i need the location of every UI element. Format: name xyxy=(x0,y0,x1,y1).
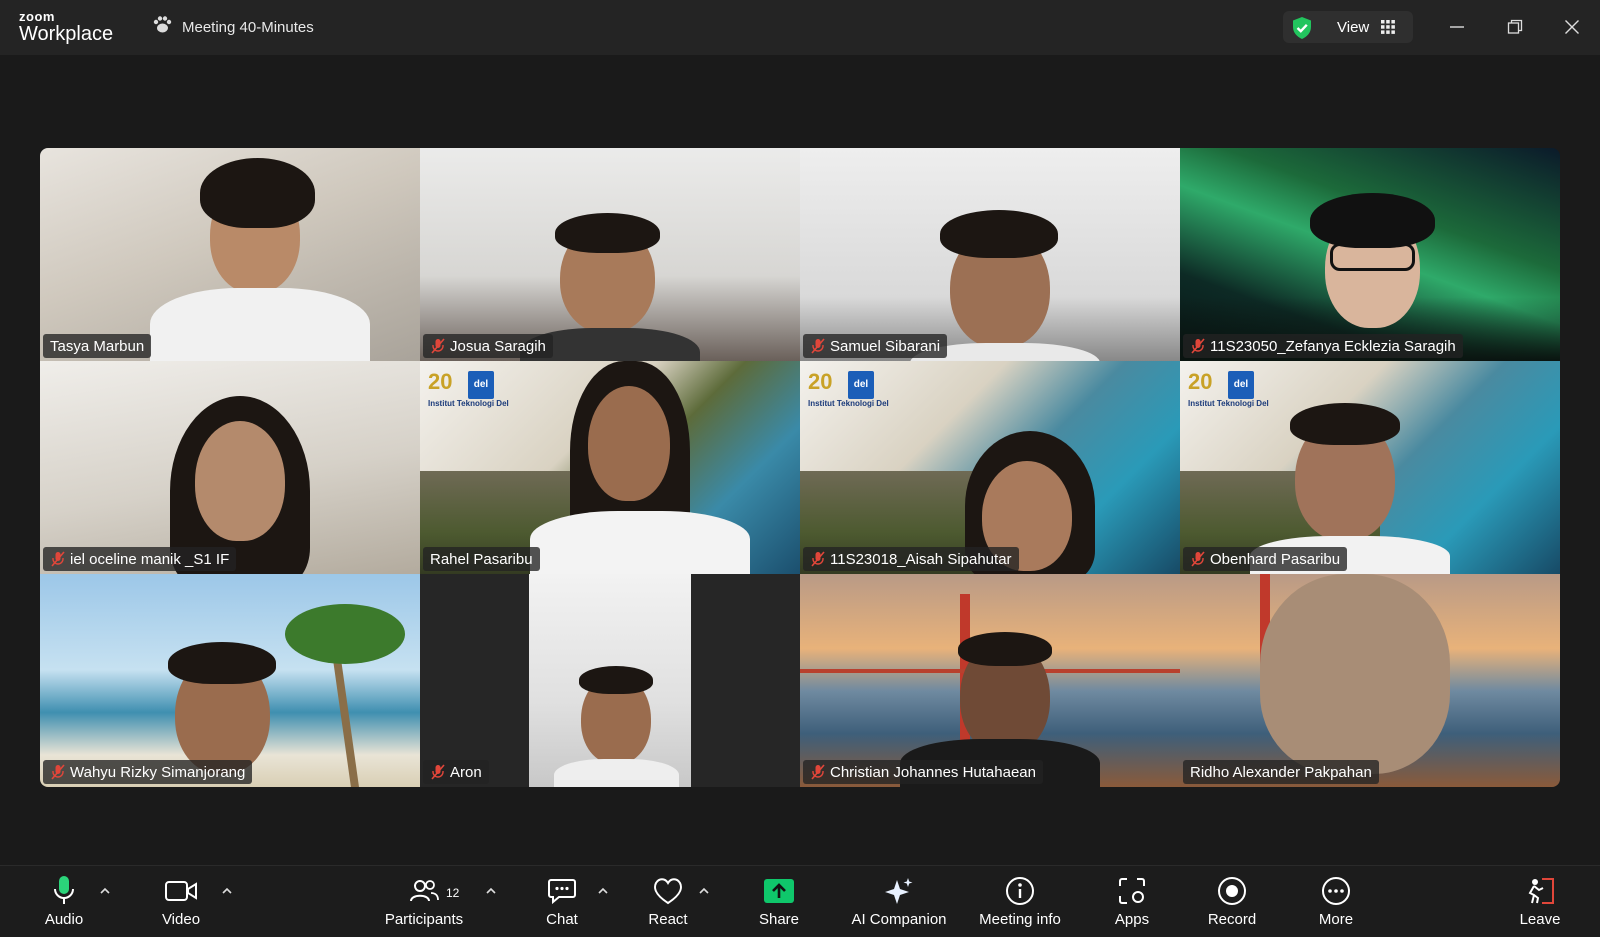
muted-mic-icon xyxy=(811,551,825,567)
meeting-controls-toolbar: Audio Video Participants 12 Chat React S… xyxy=(0,865,1600,937)
video-tile-aisah[interactable]: 20 del Institut Teknologi Del 11S23018_A… xyxy=(800,361,1180,574)
muted-mic-icon xyxy=(431,764,445,780)
video-tile-rahel[interactable]: 20 del Institut Teknologi Del Rahel Pasa… xyxy=(420,361,800,574)
chat-icon xyxy=(547,874,577,908)
minimize-button[interactable] xyxy=(1444,14,1470,40)
meeting-title-text: Meeting 40-Minutes xyxy=(182,18,314,36)
participants-icon xyxy=(409,874,439,908)
logo-text-zoom: zoom xyxy=(19,9,55,24)
participant-name: Christian Johannes Hutahaean xyxy=(830,763,1036,781)
participant-name: Samuel Sibarani xyxy=(830,337,941,355)
participant-name-tag: Josua Saragih xyxy=(423,334,553,358)
video-tile-christian[interactable]: Christian Johannes Hutahaean xyxy=(800,574,1180,787)
video-tile-zefanya[interactable]: 11S23050_Zefanya Ecklezia Saragih xyxy=(1180,148,1560,361)
video-tile-ridho[interactable]: Ridho Alexander Pakpahan xyxy=(1180,574,1560,787)
close-icon xyxy=(1565,20,1579,34)
video-camera-icon xyxy=(165,874,197,908)
meeting-info-button[interactable]: Meeting info xyxy=(965,874,1075,928)
microphone-icon xyxy=(52,874,76,908)
campus-logo-overlay: 20 del Institut Teknologi Del xyxy=(428,369,509,408)
meeting-title: Meeting 40-Minutes xyxy=(152,16,314,38)
title-bar: zoom Workplace Meeting 40-Minutes View xyxy=(0,0,1600,55)
video-button[interactable]: Video xyxy=(126,874,236,928)
info-icon xyxy=(1005,874,1035,908)
share-button[interactable]: Share xyxy=(724,874,834,928)
video-tile-aron[interactable]: Aron xyxy=(420,574,800,787)
security-shield-icon[interactable] xyxy=(1291,16,1313,45)
muted-mic-icon xyxy=(51,551,65,567)
zoom-workplace-logo: zoom Workplace xyxy=(19,10,113,44)
muted-mic-icon xyxy=(51,764,65,780)
chat-options-caret-icon[interactable] xyxy=(596,886,610,896)
more-options-icon xyxy=(1321,874,1351,908)
participant-name-tag: Rahel Pasaribu xyxy=(423,547,540,571)
participant-name-tag: 11S23050_Zefanya Ecklezia Saragih xyxy=(1183,334,1463,358)
video-tile-wahyu[interactable]: Wahyu Rizky Simanjorang xyxy=(40,574,420,787)
more-button[interactable]: More xyxy=(1281,874,1391,928)
close-button[interactable] xyxy=(1559,14,1585,40)
participant-name: iel oceline manik _S1 IF xyxy=(70,550,230,568)
participants-count: 12 xyxy=(446,886,460,900)
heart-icon xyxy=(652,874,684,908)
video-options-caret-icon[interactable] xyxy=(220,886,234,896)
leave-button[interactable]: Leave xyxy=(1485,874,1595,928)
ai-companion-button[interactable]: AI Companion xyxy=(844,874,954,928)
muted-mic-icon xyxy=(811,764,825,780)
chat-button[interactable]: Chat xyxy=(507,874,617,928)
sparkle-icon xyxy=(883,874,915,908)
logo-text-workplace: Workplace xyxy=(19,23,114,45)
react-button[interactable]: React xyxy=(613,874,723,928)
participant-name: 11S23050_Zefanya Ecklezia Saragih xyxy=(1210,337,1456,355)
participant-name-tag: Christian Johannes Hutahaean xyxy=(803,760,1043,784)
participant-name-tag: Samuel Sibarani xyxy=(803,334,948,358)
participant-name: Tasya Marbun xyxy=(50,337,145,355)
video-tile-obenhard[interactable]: 20 del Institut Teknologi Del Obenhard P… xyxy=(1180,361,1560,574)
apps-button[interactable]: Apps xyxy=(1077,874,1187,928)
video-tile-iel[interactable]: iel oceline manik _S1 IF xyxy=(40,361,420,574)
participant-name: Wahyu Rizky Simanjorang xyxy=(70,763,246,781)
restore-icon xyxy=(1507,19,1523,34)
react-options-caret-icon[interactable] xyxy=(697,886,711,896)
grid-view-icon xyxy=(1381,20,1395,39)
participant-name-tag: Tasya Marbun xyxy=(43,334,152,358)
participant-name-tag: 11S23018_Aisah Sipahutar xyxy=(803,547,1019,571)
video-tile-tasya[interactable]: Tasya Marbun xyxy=(40,148,420,361)
participant-name: Obenhard Pasaribu xyxy=(1210,550,1341,568)
muted-mic-icon xyxy=(431,338,445,354)
minimize-icon xyxy=(1450,26,1464,28)
view-label: View xyxy=(1337,19,1370,36)
participant-name: Rahel Pasaribu xyxy=(430,550,533,568)
apps-icon xyxy=(1117,874,1147,908)
view-button[interactable]: View xyxy=(1283,11,1413,43)
record-icon xyxy=(1217,874,1247,908)
muted-mic-icon xyxy=(811,338,825,354)
leave-door-icon xyxy=(1524,874,1556,908)
participant-name-tag: Ridho Alexander Pakpahan xyxy=(1183,760,1379,784)
participants-options-caret-icon[interactable] xyxy=(484,886,498,896)
audio-options-caret-icon[interactable] xyxy=(98,886,112,896)
audio-button[interactable]: Audio xyxy=(9,874,119,928)
paw-icon xyxy=(152,16,172,38)
participant-name-tag: iel oceline manik _S1 IF xyxy=(43,547,237,571)
muted-mic-icon xyxy=(1191,338,1205,354)
video-tile-samuel[interactable]: Samuel Sibarani xyxy=(800,148,1180,361)
participant-name: Ridho Alexander Pakpahan xyxy=(1190,763,1372,781)
restore-button[interactable] xyxy=(1502,14,1528,40)
participants-button[interactable]: Participants xyxy=(369,874,479,928)
video-gallery: Tasya Marbun Josua Saragih Samuel Sibara… xyxy=(0,55,1600,865)
participant-name-tag: Wahyu Rizky Simanjorang xyxy=(43,760,253,784)
participant-name-tag: Aron xyxy=(423,760,489,784)
participant-name-tag: Obenhard Pasaribu xyxy=(1183,547,1348,571)
record-button[interactable]: Record xyxy=(1177,874,1287,928)
participant-name: Josua Saragih xyxy=(450,337,546,355)
campus-logo-overlay: 20 del Institut Teknologi Del xyxy=(808,369,889,408)
muted-mic-icon xyxy=(1191,551,1205,567)
video-tile-josua[interactable]: Josua Saragih xyxy=(420,148,800,361)
participant-name: Aron xyxy=(450,763,482,781)
participant-name: 11S23018_Aisah Sipahutar xyxy=(830,550,1012,568)
share-screen-icon xyxy=(763,874,795,908)
